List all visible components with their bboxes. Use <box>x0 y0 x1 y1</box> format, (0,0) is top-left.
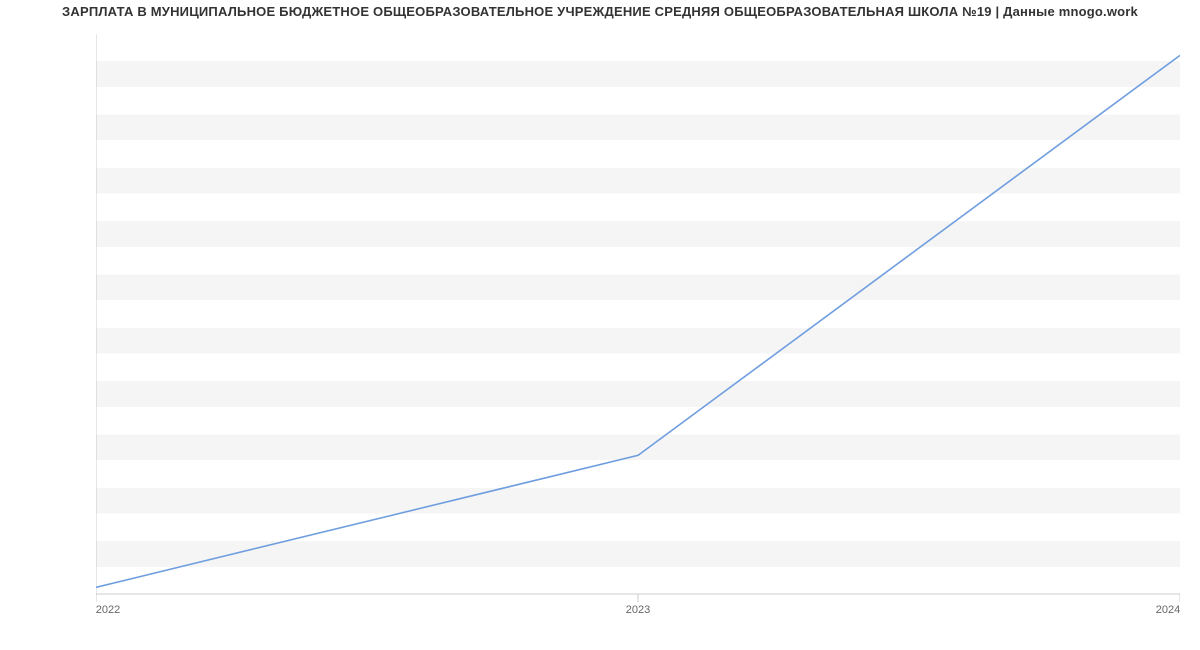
chart-plot-area: 1520015400156001580016000162001640016600… <box>96 34 1180 594</box>
svg-text:2022: 2022 <box>96 604 120 616</box>
chart-svg: 1520015400156001580016000162001640016600… <box>96 34 1180 624</box>
svg-text:2024: 2024 <box>1156 604 1180 616</box>
svg-text:2023: 2023 <box>626 604 650 616</box>
chart-container: ЗАРПЛАТА В МУНИЦИПАЛЬНОЕ БЮДЖЕТНОЕ ОБЩЕО… <box>0 0 1200 650</box>
chart-title: ЗАРПЛАТА В МУНИЦИПАЛЬНОЕ БЮДЖЕТНОЕ ОБЩЕО… <box>0 4 1200 19</box>
